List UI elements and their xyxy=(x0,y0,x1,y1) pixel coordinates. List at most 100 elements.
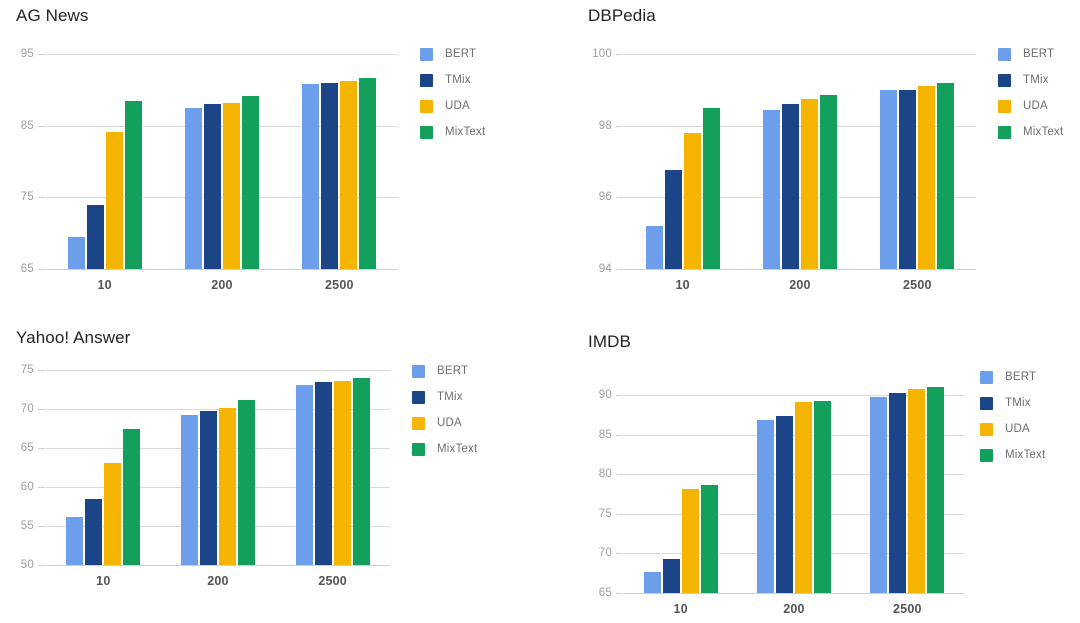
legend-item-tmix[interactable]: TMix xyxy=(998,73,1063,87)
chart-body: 94 96 98 100 10 200 2500 BERT TMix UDA MixText xyxy=(540,0,1080,311)
bar-mixtext-10 xyxy=(124,101,142,269)
legend-swatch-icon xyxy=(412,442,425,456)
legend-item-mixtext[interactable]: MixText xyxy=(998,125,1063,139)
gridline xyxy=(46,370,390,371)
gridline xyxy=(46,54,398,55)
legend-label: UDA xyxy=(1005,423,1030,435)
y-axis-tick xyxy=(616,395,623,396)
y-axis-label: 96 xyxy=(598,191,612,204)
bar-bert-200 xyxy=(181,415,198,565)
legend-item-tmix[interactable]: TMix xyxy=(412,390,477,404)
chart-body: 65 70 75 80 85 90 10 200 2500 BERT TMix UDA MixText xyxy=(540,320,1080,623)
legend-swatch-icon xyxy=(980,448,993,462)
bar-bert-2500 xyxy=(870,396,888,593)
chart-legend: BERT TMix UDA MixText xyxy=(998,47,1063,151)
y-axis-label: 65 xyxy=(20,263,34,275)
legend-label: TMix xyxy=(445,74,471,86)
legend-item-tmix[interactable]: TMix xyxy=(420,73,485,87)
legend-swatch-icon xyxy=(412,364,425,378)
y-axis-label: 55 xyxy=(20,520,34,532)
legend-item-bert[interactable]: BERT xyxy=(980,370,1045,384)
y-axis-tick xyxy=(616,125,623,127)
bar-mixtext-2500 xyxy=(937,82,955,269)
plot-area: 65 70 75 80 85 90 10 200 2500 xyxy=(599,387,964,616)
plot-area: 50 55 60 65 70 75 10 200 2500 xyxy=(21,364,390,588)
legend-item-mixtext[interactable]: MixText xyxy=(980,448,1045,462)
legend-item-uda[interactable]: UDA xyxy=(420,99,485,113)
bar-tmix-10 xyxy=(85,498,103,565)
legend-swatch-icon xyxy=(420,73,433,87)
bar-bert-200 xyxy=(185,107,202,269)
legend-item-uda[interactable]: UDA xyxy=(412,416,477,430)
legend-swatch-icon xyxy=(980,396,993,410)
gridline xyxy=(46,269,398,270)
bar-mixtext-10 xyxy=(123,428,141,565)
bar-tmix-200 xyxy=(200,411,217,565)
x-axis-label: 2500 xyxy=(893,602,922,616)
y-axis-tick xyxy=(616,513,623,515)
chart-panel-imdb: IMDB 65 70 75 80 85 90 10 200 2500 BERT TMix UDA Mi… xyxy=(540,320,1080,623)
y-axis-tick xyxy=(38,370,45,371)
y-axis-label: 75 xyxy=(20,191,34,204)
bar-uda-200 xyxy=(795,402,812,593)
x-axis-label: 200 xyxy=(211,278,233,292)
legend-item-tmix[interactable]: TMix xyxy=(980,396,1045,410)
legend-item-bert[interactable]: BERT xyxy=(420,47,485,61)
y-axis-label: 70 xyxy=(20,403,34,415)
y-axis-label: 50 xyxy=(20,559,34,571)
bar-uda-10 xyxy=(105,132,123,269)
chart-panel-yahoo-answer: Yahoo! Answer 50 55 60 65 70 75 10 200 2500 BERT… xyxy=(0,320,540,623)
x-axis-label: 2500 xyxy=(318,574,347,588)
bar-uda-200 xyxy=(801,98,818,269)
bar-mixtext-10 xyxy=(702,107,720,269)
legend-item-uda[interactable]: UDA xyxy=(998,99,1063,113)
bar-bert-10 xyxy=(67,237,85,269)
figure-root: AG News 65 75 85 95 10 200 2500 BERT TMix UDA Mix… xyxy=(0,0,1080,623)
bar-tmix-2500 xyxy=(314,382,332,565)
legend-swatch-icon xyxy=(998,73,1011,87)
legend-label: MixText xyxy=(1005,449,1046,461)
legend-label: BERT xyxy=(437,365,469,377)
legend-item-mixtext[interactable]: MixText xyxy=(420,125,485,139)
bar-uda-10 xyxy=(683,132,701,269)
x-axis-label: 10 xyxy=(97,278,112,292)
bar-tmix-2500 xyxy=(889,392,907,593)
y-axis-tick xyxy=(38,54,45,55)
legend-label: UDA xyxy=(1023,100,1048,112)
y-axis-label: 98 xyxy=(598,119,612,132)
legend-item-mixtext[interactable]: MixText xyxy=(412,442,477,456)
x-axis-label: 10 xyxy=(675,278,690,292)
legend-label: UDA xyxy=(445,100,470,112)
bar-mixtext-200 xyxy=(238,400,255,565)
legend-item-uda[interactable]: UDA xyxy=(980,422,1045,436)
legend-label: BERT xyxy=(1005,371,1037,383)
x-axis-label: 200 xyxy=(783,602,805,616)
bar-mixtext-2500 xyxy=(927,387,945,593)
bar-bert-10 xyxy=(643,572,661,593)
bar-uda-10 xyxy=(681,489,699,593)
bar-bert-10 xyxy=(645,226,663,269)
y-axis-label: 90 xyxy=(598,389,612,401)
gridline xyxy=(624,593,964,594)
y-axis-label: 80 xyxy=(598,468,612,481)
legend-label: MixText xyxy=(445,126,486,138)
y-axis-tick xyxy=(38,448,45,449)
legend-swatch-icon xyxy=(980,422,993,436)
y-axis-label: 75 xyxy=(20,364,34,376)
legend-item-bert[interactable]: BERT xyxy=(412,364,477,378)
gridline xyxy=(46,565,390,566)
chart-legend: BERT TMix UDA MixText xyxy=(980,370,1045,474)
bar-tmix-2500 xyxy=(321,82,339,269)
y-axis-tick xyxy=(38,269,45,270)
legend-item-bert[interactable]: BERT xyxy=(998,47,1063,61)
y-axis-label: 85 xyxy=(598,428,612,441)
bar-tmix-2500 xyxy=(899,89,917,269)
bar-bert-200 xyxy=(757,419,774,593)
bar-mixtext-10 xyxy=(700,484,718,593)
y-axis-tick xyxy=(616,593,623,594)
x-axis-label: 200 xyxy=(207,574,229,588)
bar-mixtext-2500 xyxy=(359,77,377,269)
y-axis-label: 85 xyxy=(20,119,34,132)
plot-area: 65 75 85 95 10 200 2500 xyxy=(21,48,398,292)
chart-panel-dbpedia: DBPedia 94 96 98 100 10 200 2500 BERT TMix UDA Mi… xyxy=(540,0,1080,311)
